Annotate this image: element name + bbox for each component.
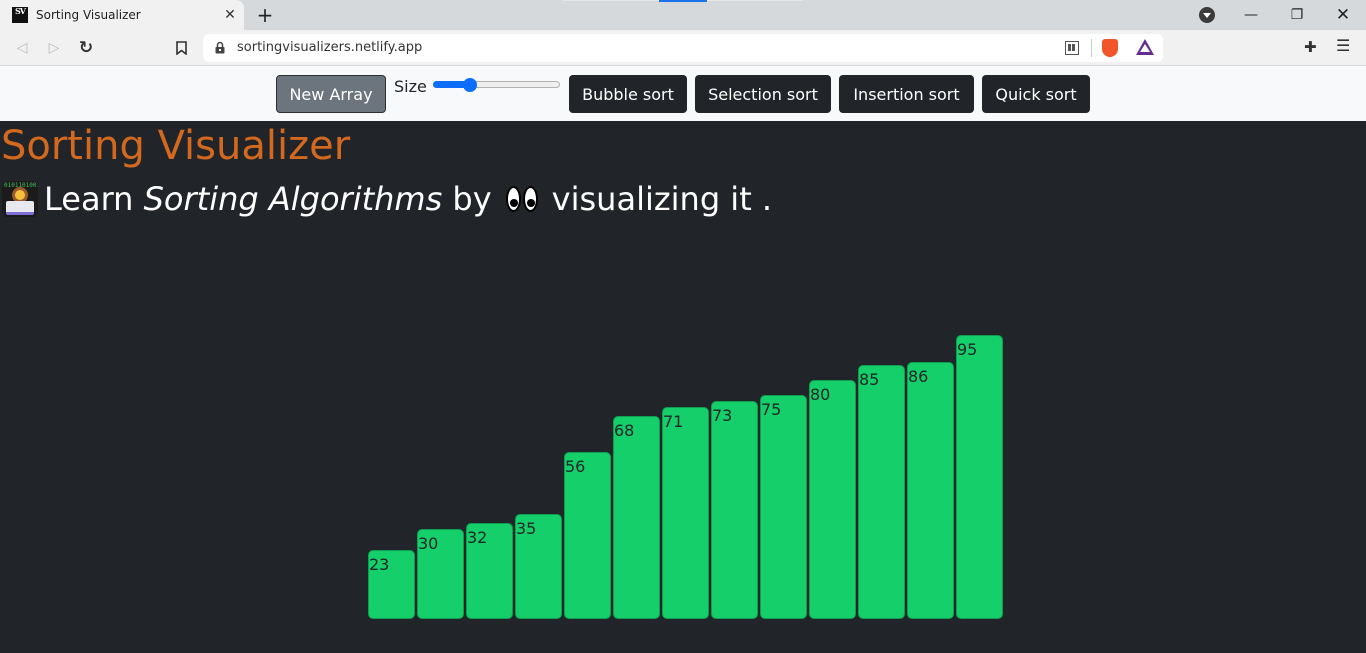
array-bars-chart: 23 30 32 35 56 68 71 73 75 80 85 86 95 [368,0,1068,653]
bookmark-icon[interactable] [169,36,193,60]
page-title: Sorting Visualizer [1,123,351,169]
array-bar: 73 [711,400,758,619]
bar-value-label: 23 [369,555,390,575]
array-bar: 80 [809,379,856,619]
window-close-icon[interactable]: ✕ [1320,0,1366,30]
bar-value-label: 35 [516,519,537,539]
tab-search-icon[interactable] [1199,7,1215,23]
bar-value-label: 80 [810,384,831,404]
array-bar: 56 [564,451,611,619]
bar-value-label: 32 [467,528,488,548]
forward-icon[interactable]: ▷ [42,36,66,60]
bat-rewards-icon[interactable] [1136,39,1154,55]
bar-value-label: 85 [859,369,880,389]
array-bar: 68 [613,415,660,619]
array-bar: 85 [858,364,905,619]
back-icon[interactable]: ◁ [10,36,34,60]
bar-value-label: 86 [908,366,929,386]
bar-value-label: 56 [565,456,586,476]
array-bar: 75 [760,394,807,619]
browser-tab[interactable]: SV Sorting Visualizer ✕ [0,0,244,30]
array-bar: 86 [907,361,954,619]
array-bar: 23 [368,550,415,619]
technologist-emoji-icon: 0101101001011010010110100101101001011010 [2,181,38,217]
array-bar: 71 [662,406,709,619]
tagline-prefix: Learn [44,180,134,218]
array-bar: 30 [417,529,464,619]
bar-value-label: 95 [957,339,978,359]
lock-icon [215,41,225,54]
minimize-icon[interactable]: — [1228,0,1274,30]
favicon-icon: SV [12,7,28,23]
extensions-icon[interactable]: ✚ [1304,38,1317,56]
bar-value-label: 71 [663,411,684,431]
address-bar-divider [1091,39,1092,57]
array-bar: 32 [466,523,513,619]
array-bar: 35 [515,514,562,619]
bar-value-label: 73 [712,405,733,425]
brave-shield-icon[interactable] [1102,39,1118,57]
tab-title: Sorting Visualizer [36,8,141,22]
bar-value-label: 75 [761,399,782,419]
menu-icon[interactable]: ☰ [1336,36,1350,55]
bar-value-label: 68 [614,420,635,440]
restore-icon[interactable]: ❐ [1274,0,1320,30]
reload-icon[interactable]: ↻ [74,36,98,60]
bar-value-label: 30 [418,534,439,554]
array-bar: 95 [956,334,1003,619]
new-tab-icon[interactable]: + [254,3,276,27]
tab-close-icon[interactable]: ✕ [220,5,240,25]
